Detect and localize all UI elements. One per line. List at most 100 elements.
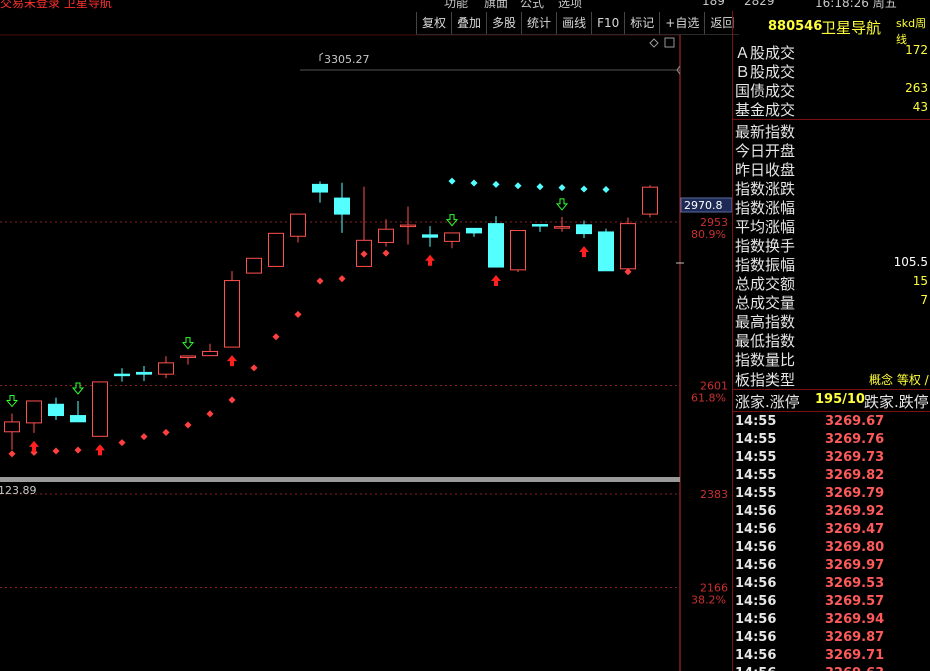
turnover-value: 263 <box>905 81 928 95</box>
tick-price: 3269.73 <box>825 450 885 465</box>
candle-body <box>334 197 350 215</box>
index-stat-row: 总成交量 7 <box>733 292 930 312</box>
tick-time: 14:55 <box>735 432 777 447</box>
buy-arrow-icon <box>29 440 39 452</box>
menu-flag[interactable]: 旗面 <box>484 0 508 11</box>
tick-price: 3269.63 <box>825 666 884 671</box>
sar-dot <box>8 450 16 458</box>
sar-dot <box>162 428 170 436</box>
statistics-button[interactable]: 统计 <box>521 12 556 34</box>
mark-button[interactable]: 标记 <box>624 12 659 34</box>
index-stat-row: 指数涨跌 <box>733 178 930 198</box>
menu-formula[interactable]: 公式 <box>520 0 544 11</box>
sar-dot <box>228 396 236 404</box>
index-stat-row: 今日开盘 <box>733 140 930 160</box>
axis-percent-label: 61.8% <box>691 392 726 405</box>
security-header: 880546 卫星导航 skd周线 <box>733 13 930 46</box>
index-stat-row: 昨日收盘 <box>733 159 930 179</box>
axis-percent-label: 80.9% <box>691 228 726 241</box>
turnover-row: Ｂ股成交 <box>733 61 930 81</box>
tick-row: 14:55 3269.73 <box>733 449 930 467</box>
index-stat-label: 最新指数 <box>735 123 796 141</box>
candle-body <box>48 403 64 417</box>
sar-dot <box>514 182 522 190</box>
menu-function[interactable]: 功能 <box>444 0 468 11</box>
candle-body <box>202 350 218 357</box>
buy-arrow-icon <box>425 254 435 266</box>
index-stat-label: 平均涨幅 <box>735 218 796 236</box>
index-stat-value: 15 <box>912 274 928 288</box>
top-status-strip: 交易未登录 卫星导航 功能 旗面 公式 选项 189 2829 16:18:26… <box>0 0 930 11</box>
separator <box>733 411 930 412</box>
restore-rights-button[interactable]: 复权 <box>416 12 451 34</box>
index-stat-value: 105.5 <box>893 255 928 269</box>
index-stat-value: 7 <box>920 293 928 307</box>
high-price-label: 3305.27 <box>324 53 370 66</box>
separator <box>733 119 930 120</box>
candle-body <box>290 213 306 237</box>
tick-time: 14:56 <box>735 630 777 645</box>
candle-body <box>444 232 460 242</box>
chart-toolbar: 复权 叠加 多股 统计 画线 F10 标记 +自选 返回 <box>416 12 740 35</box>
f10-button[interactable]: F10 <box>591 12 624 34</box>
advance-value: 195/10 <box>815 392 865 407</box>
login-status-text: 交易未登录 卫星导航 <box>0 0 112 10</box>
axis-value-label: 2383 <box>700 488 728 501</box>
current-price-text: 2970.8 <box>684 199 723 212</box>
draw-line-button[interactable]: 画线 <box>556 12 591 34</box>
candle-body <box>554 226 570 229</box>
security-name: 卫星导航 <box>821 19 882 37</box>
multi-stock-button[interactable]: 多股 <box>486 12 521 34</box>
sar-dot <box>558 184 566 192</box>
sar-dot <box>448 177 456 185</box>
candle-body <box>510 230 526 271</box>
index-stat-label: 今日开盘 <box>735 142 796 160</box>
tick-price: 3269.71 <box>825 648 885 663</box>
index-stat-row: 最高指数 <box>733 311 930 331</box>
index-stat-label: 最高指数 <box>735 313 796 331</box>
candle-body <box>598 231 614 272</box>
candle-body <box>246 257 262 274</box>
sar-dot <box>382 249 390 257</box>
tick-row: 14:56 3269.57 <box>733 593 930 611</box>
security-code: 880546 <box>768 19 823 34</box>
axis-percent-label: 38.2% <box>691 594 726 607</box>
turnover-label: Ｂ股成交 <box>735 63 796 81</box>
sell-arrow-icon <box>445 214 459 227</box>
kline-chart[interactable]: 295380.9%260161.8%2383216638.2%2970.8 33… <box>0 11 732 671</box>
sar-dot <box>74 446 82 454</box>
tick-price: 3269.94 <box>825 612 885 627</box>
index-type-value: 概念 等权 / <box>869 373 929 387</box>
candle-body <box>312 183 328 193</box>
candle-body <box>400 224 416 228</box>
index-stat-label: 总成交量 <box>735 294 796 312</box>
sell-arrow-icon <box>5 395 19 408</box>
tick-time: 14:55 <box>735 450 777 465</box>
add-watchlist-button[interactable]: +自选 <box>659 12 704 34</box>
index-stat-label: 最低指数 <box>735 332 796 350</box>
turnover-value: 43 <box>912 100 928 114</box>
decline-label: 跌家.跌停 <box>864 393 929 411</box>
buy-arrow-icon <box>491 275 501 287</box>
buy-arrow-icon <box>227 355 237 367</box>
advance-decline-row: 涨家.涨停 195/10 跌家.跌停 <box>733 391 930 411</box>
tick-time: 14:56 <box>735 648 777 663</box>
right-axis: 295380.9%260161.8%2383216638.2%2970.8 <box>676 197 732 607</box>
index-stat-row: 指数换手 <box>733 235 930 255</box>
overlay-button[interactable]: 叠加 <box>451 12 486 34</box>
sell-arrow-icon <box>71 382 85 395</box>
index-stat-label: 指数振幅 <box>735 256 796 274</box>
sell-arrow-icon <box>555 198 569 211</box>
separator <box>733 389 930 390</box>
tick-row: 14:56 3269.87 <box>733 629 930 647</box>
sar-dot <box>316 277 324 285</box>
sar-dot <box>470 179 478 187</box>
menu-options[interactable]: 选项 <box>558 0 582 11</box>
index-stat-row: 最低指数 <box>733 330 930 350</box>
index-stat-label: 指数涨幅 <box>735 199 796 217</box>
tick-time: 14:56 <box>735 666 776 671</box>
sell-arrow-icon <box>181 337 195 350</box>
sar-dot <box>52 447 60 455</box>
index-stat-label: 昨日收盘 <box>735 161 796 179</box>
candle-body <box>378 228 394 243</box>
